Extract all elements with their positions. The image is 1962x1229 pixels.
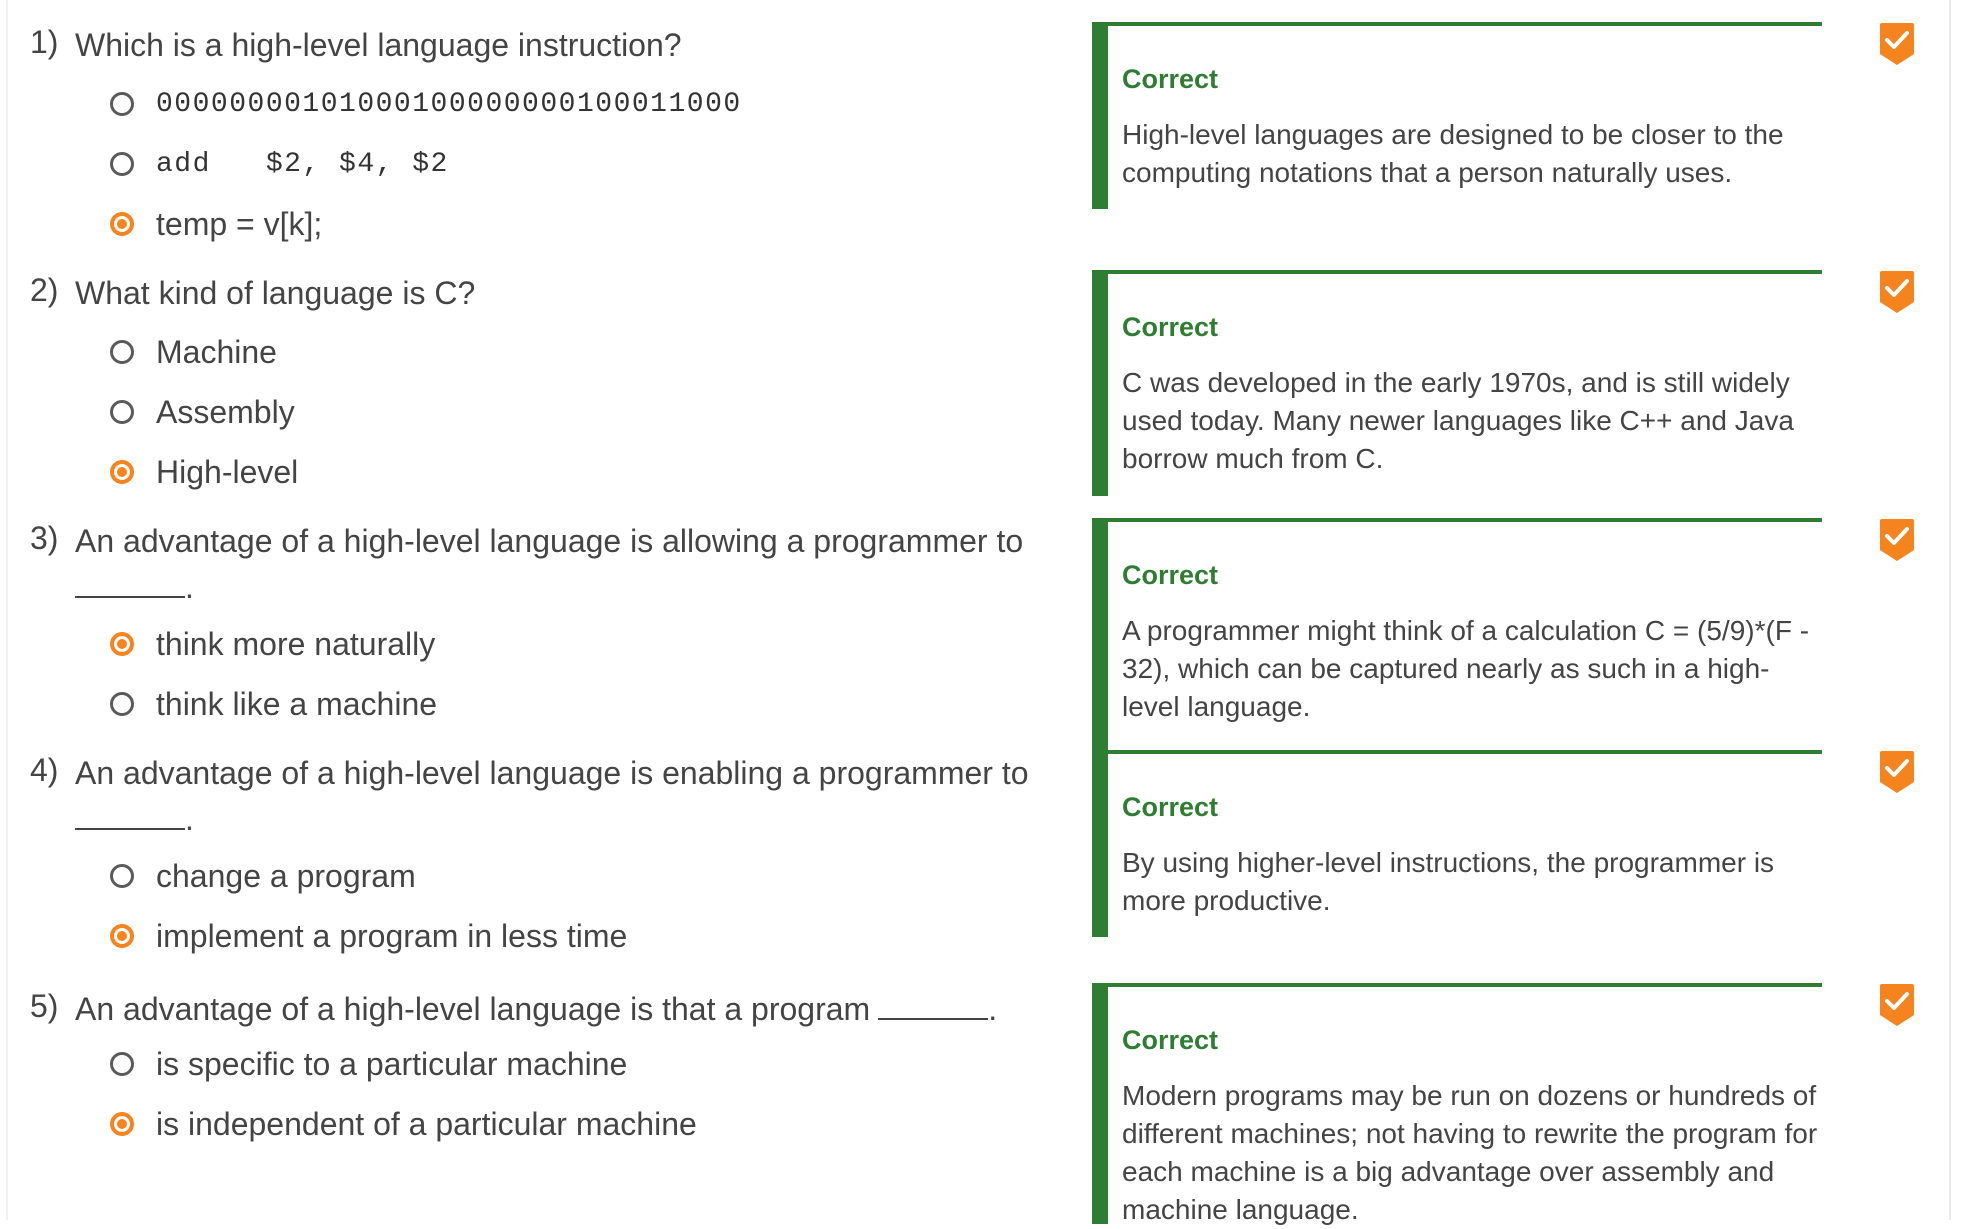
option-label: add $2, $4, $2	[156, 148, 449, 180]
radio-button[interactable]	[110, 340, 134, 364]
question-text-body: An advantage of a high-level language is…	[75, 991, 871, 1027]
option-label: Assembly	[156, 393, 295, 430]
page-right-border	[1949, 0, 1951, 1220]
radio-button[interactable]	[110, 152, 134, 176]
option-label: change a program	[156, 857, 416, 894]
option-label: temp = v[k];	[156, 205, 323, 242]
radio-button[interactable]	[110, 1052, 134, 1076]
radio-button[interactable]	[110, 92, 134, 116]
answer-option[interactable]: is specific to a particular machine	[110, 1040, 627, 1088]
feedback-accent-bar	[1092, 754, 1108, 937]
fill-in-blank: .	[75, 566, 194, 606]
blank-underline	[75, 798, 185, 830]
answer-option[interactable]: change a program	[110, 852, 416, 900]
question-number: 3)	[30, 520, 59, 556]
option-label: is specific to a particular machine	[156, 1045, 628, 1082]
checkmark-badge-icon	[1880, 23, 1914, 65]
blank-underline	[878, 988, 989, 1020]
option-label: think more naturally	[156, 625, 436, 662]
question-text: An advantage of a high-level language is…	[75, 984, 997, 1034]
question-number: 2)	[30, 272, 59, 308]
feedback-explanation: C was developed in the early 1970s, and …	[1122, 367, 1794, 474]
checkmark-badge-icon	[1880, 271, 1914, 313]
answer-option[interactable]: High-level	[110, 448, 298, 496]
feedback-panel: Correct High-level languages are designe…	[1092, 22, 1822, 209]
feedback-status: Correct	[1122, 312, 1219, 342]
option-label: implement a program in less time	[156, 917, 628, 954]
blank-suffix: .	[185, 569, 194, 605]
answer-option[interactable]: 00000000101000100000000100011000	[110, 80, 742, 128]
checkmark-badge-icon	[1880, 751, 1914, 793]
blank-underline	[75, 566, 185, 598]
feedback-status: Correct	[1122, 64, 1219, 94]
radio-button-selected[interactable]	[110, 1112, 134, 1136]
question-number: 1)	[30, 24, 59, 60]
feedback-explanation: By using higher-level instructions, the …	[1122, 847, 1775, 916]
answer-option[interactable]: Assembly	[110, 388, 295, 436]
checkmark-badge-icon	[1880, 519, 1914, 561]
feedback-panel: Correct By using higher-level instructio…	[1092, 750, 1822, 937]
answer-option[interactable]: think like a machine	[110, 680, 437, 728]
feedback-accent-bar	[1092, 522, 1108, 754]
feedback-explanation: A programmer might think of a calculatio…	[1122, 615, 1810, 722]
feedback-panel: Correct A programmer might think of a ca…	[1092, 518, 1822, 754]
blank-suffix: .	[185, 801, 194, 837]
checkmark-badge-icon	[1880, 984, 1914, 1026]
option-label: 00000000101000100000000100011000	[156, 88, 742, 120]
answer-option[interactable]: temp = v[k];	[110, 200, 322, 248]
feedback-accent-bar	[1092, 274, 1108, 496]
question-text: What kind of language is C?	[75, 275, 476, 311]
fill-in-blank: .	[75, 798, 194, 838]
answer-option[interactable]: is independent of a particular machine	[110, 1100, 697, 1148]
option-label: Machine	[156, 333, 277, 370]
option-label: High-level	[156, 453, 299, 490]
answer-option[interactable]: think more naturally	[110, 620, 435, 668]
radio-button[interactable]	[110, 864, 134, 888]
feedback-panel: Correct Modern programs may be run on do…	[1092, 983, 1822, 1225]
feedback-accent-bar	[1092, 26, 1108, 209]
question-text: An advantage of a high-level language is…	[75, 755, 1029, 791]
feedback-panel: Correct C was developed in the early 197…	[1092, 270, 1822, 496]
feedback-accent-bar	[1092, 987, 1108, 1224]
radio-button-selected[interactable]	[110, 924, 134, 948]
answer-option[interactable]: implement a program in less time	[110, 912, 627, 960]
page-left-border	[6, 0, 8, 1220]
radio-button[interactable]	[110, 400, 134, 424]
question-text: Which is a high-level language instructi…	[75, 27, 682, 63]
radio-button-selected[interactable]	[110, 212, 134, 236]
question-text: An advantage of a high-level language is…	[75, 523, 1024, 559]
radio-button[interactable]	[110, 692, 134, 716]
question-number: 5)	[30, 988, 59, 1024]
answer-option[interactable]: add $2, $4, $2	[110, 140, 449, 188]
radio-button-selected[interactable]	[110, 632, 134, 656]
option-label: think like a machine	[156, 685, 438, 722]
option-label: is independent of a particular machine	[156, 1105, 697, 1142]
feedback-explanation: High-level languages are designed to be …	[1122, 119, 1784, 188]
answer-option[interactable]: Machine	[110, 328, 277, 376]
blank-suffix: .	[988, 991, 998, 1027]
radio-button-selected[interactable]	[110, 460, 134, 484]
feedback-explanation: Modern programs may be run on dozens or …	[1122, 1080, 1818, 1225]
feedback-status: Correct	[1122, 560, 1219, 590]
question-number: 4)	[30, 752, 59, 788]
feedback-status: Correct	[1122, 792, 1219, 822]
feedback-status: Correct	[1122, 1025, 1219, 1055]
